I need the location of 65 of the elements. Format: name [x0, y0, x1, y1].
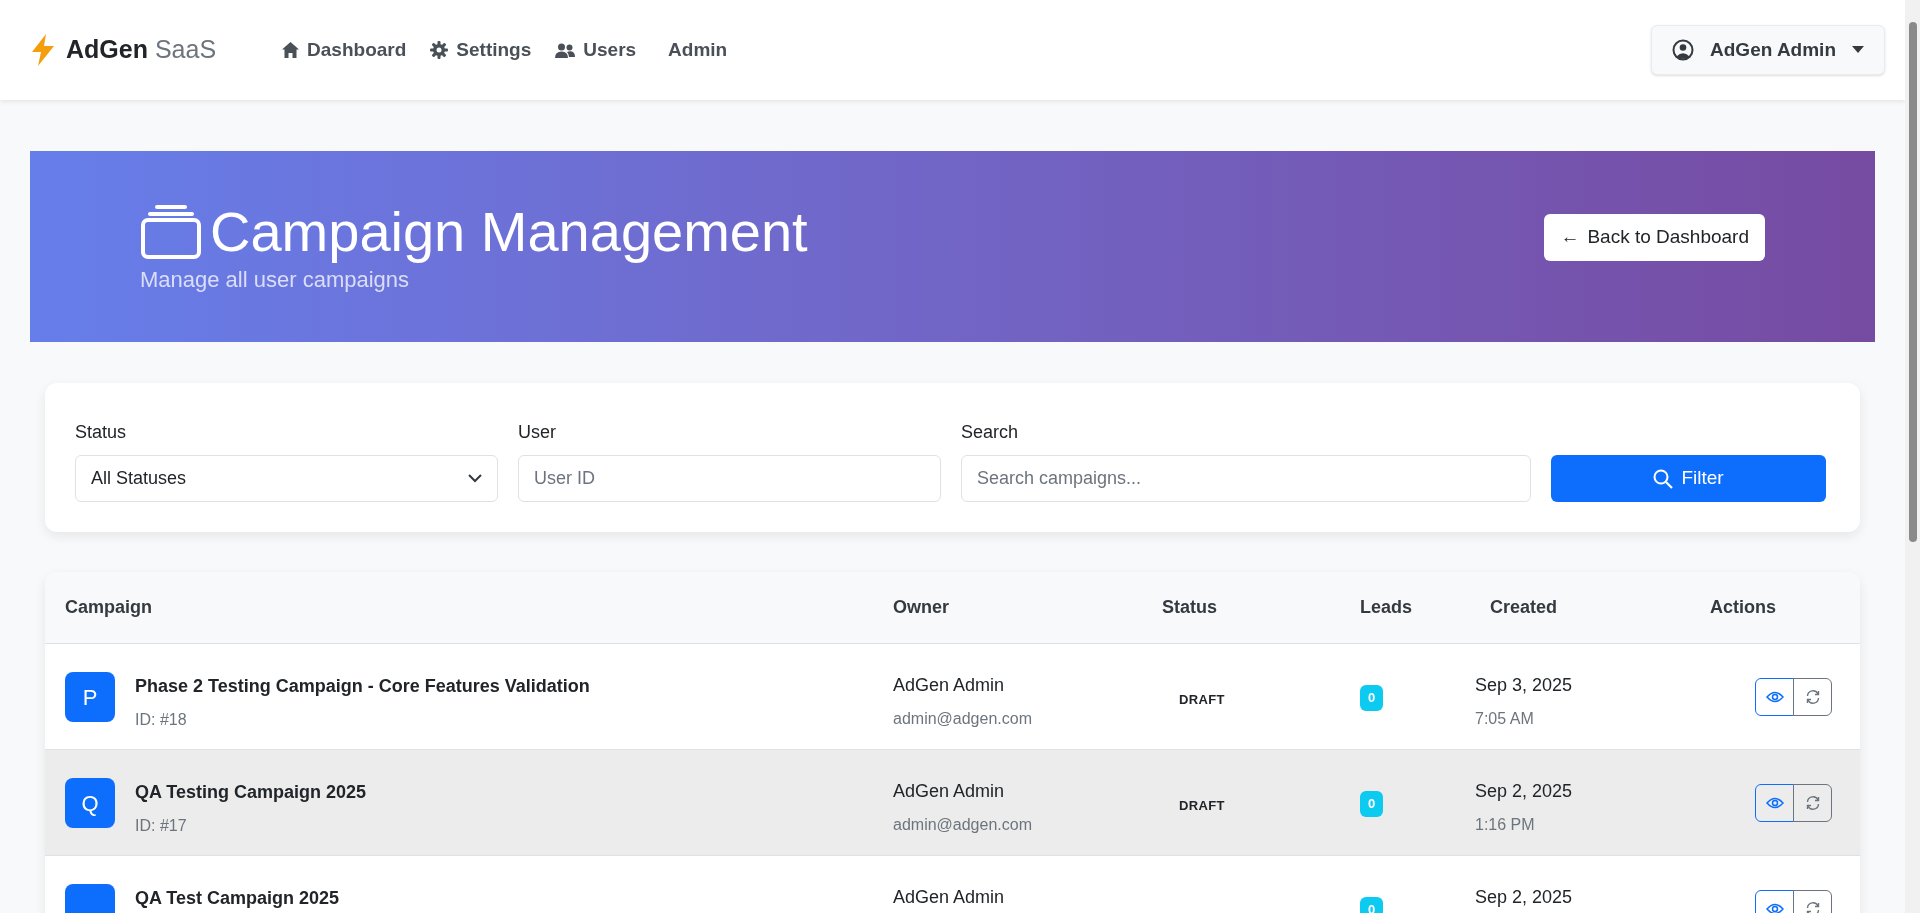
campaign-name: QA Testing Campaign 2025	[135, 781, 367, 804]
page-subtitle: Manage all user campaigns	[140, 266, 411, 294]
back-to-dashboard-button[interactable]: ← Back to Dashboard	[1544, 214, 1765, 261]
created-time: 1:16 PM	[1475, 815, 1536, 835]
view-button[interactable]	[1755, 784, 1794, 822]
owner-name: AdGen Admin	[893, 780, 1006, 803]
owner-email: admin@adgen.com	[893, 709, 1033, 729]
campaign-id: ID: #18	[135, 710, 188, 730]
campaign-avatar: Q	[65, 778, 115, 828]
column-header: Actions	[1710, 596, 1776, 619]
status-label: Status	[75, 421, 128, 444]
scrollbar[interactable]	[1905, 0, 1920, 913]
brand-link[interactable]: AdGen SaaS	[66, 31, 217, 69]
gear-icon	[430, 41, 449, 59]
chevron-down-icon	[468, 474, 482, 483]
table-row[interactable]: P Phase 2 Testing Campaign - Core Features Validation ID: #18 AdGen Admin admin@adgen.com DRAFT 0 Sep 3, 2025 7:05 AM	[45, 644, 1860, 750]
leads-count-badge: 0	[1360, 791, 1384, 817]
campaign-avatar: P	[65, 672, 115, 722]
column-header: Owner	[893, 596, 949, 619]
search-field[interactable]: Search campaigns...	[961, 455, 1531, 502]
user-id-field[interactable]: User ID	[518, 455, 941, 502]
caret-icon	[1852, 46, 1864, 54]
eye-icon	[1765, 903, 1784, 913]
owner-name: AdGen Admin	[893, 674, 1006, 697]
column-header: Campaign	[65, 596, 152, 619]
search-label: Search	[961, 421, 1020, 444]
nav-link[interactable]: Dashboard	[282, 35, 407, 65]
column-header: Leads	[1360, 596, 1413, 619]
user-menu-button[interactable]: AdGen Admin	[1651, 25, 1885, 75]
refresh-button[interactable]	[1793, 784, 1832, 822]
column-header: Created	[1490, 596, 1558, 619]
refresh-icon	[1804, 795, 1821, 811]
status-label: DRAFT	[1178, 797, 1226, 815]
created-date: Sep 2, 2025	[1475, 780, 1574, 803]
table-row[interactable]: Q QA Testing Campaign 2025 ID: #17 AdGen Admin admin@adgen.com DRAFT 0 Sep 2, 2025 1:16 PM	[45, 750, 1860, 856]
status-label: DRAFT	[1178, 691, 1226, 709]
users-icon	[555, 42, 576, 58]
user-label: User	[518, 421, 557, 444]
view-button[interactable]	[1755, 678, 1794, 716]
nav-link[interactable]: Admin	[668, 35, 728, 65]
refresh-icon	[1804, 689, 1821, 705]
eye-icon	[1765, 797, 1784, 809]
leads-count-badge: 0	[1360, 685, 1384, 711]
owner-email: admin@adgen.com	[893, 815, 1033, 835]
campaign-id: ID: #17	[135, 816, 188, 836]
refresh-icon	[1804, 901, 1821, 913]
nav-link[interactable]: Settings	[430, 35, 532, 65]
campaign-name: Phase 2 Testing Campaign - Core Features Validation	[135, 675, 590, 698]
created-date: Sep 2, 2025	[1475, 886, 1574, 909]
campaign-name: QA Test Campaign 2025	[135, 887, 340, 910]
column-header: Status	[1162, 596, 1217, 619]
filter-button[interactable]: Filter	[1551, 455, 1826, 502]
user-circle-icon	[1672, 39, 1695, 61]
status-dropdown[interactable]: All Statuses	[75, 455, 498, 502]
lightning-icon	[32, 34, 54, 66]
eye-icon	[1765, 691, 1784, 703]
owner-name: AdGen Admin	[893, 886, 1006, 909]
home-icon	[282, 42, 300, 58]
created-time: 7:05 AM	[1475, 709, 1535, 729]
page-title: Campaign Management	[210, 199, 808, 265]
nav-link[interactable]: Users	[555, 35, 637, 65]
stacked-folders-icon	[140, 204, 202, 260]
created-date: Sep 3, 2025	[1475, 674, 1574, 697]
search-icon	[1653, 468, 1674, 489]
refresh-button[interactable]	[1793, 678, 1832, 716]
